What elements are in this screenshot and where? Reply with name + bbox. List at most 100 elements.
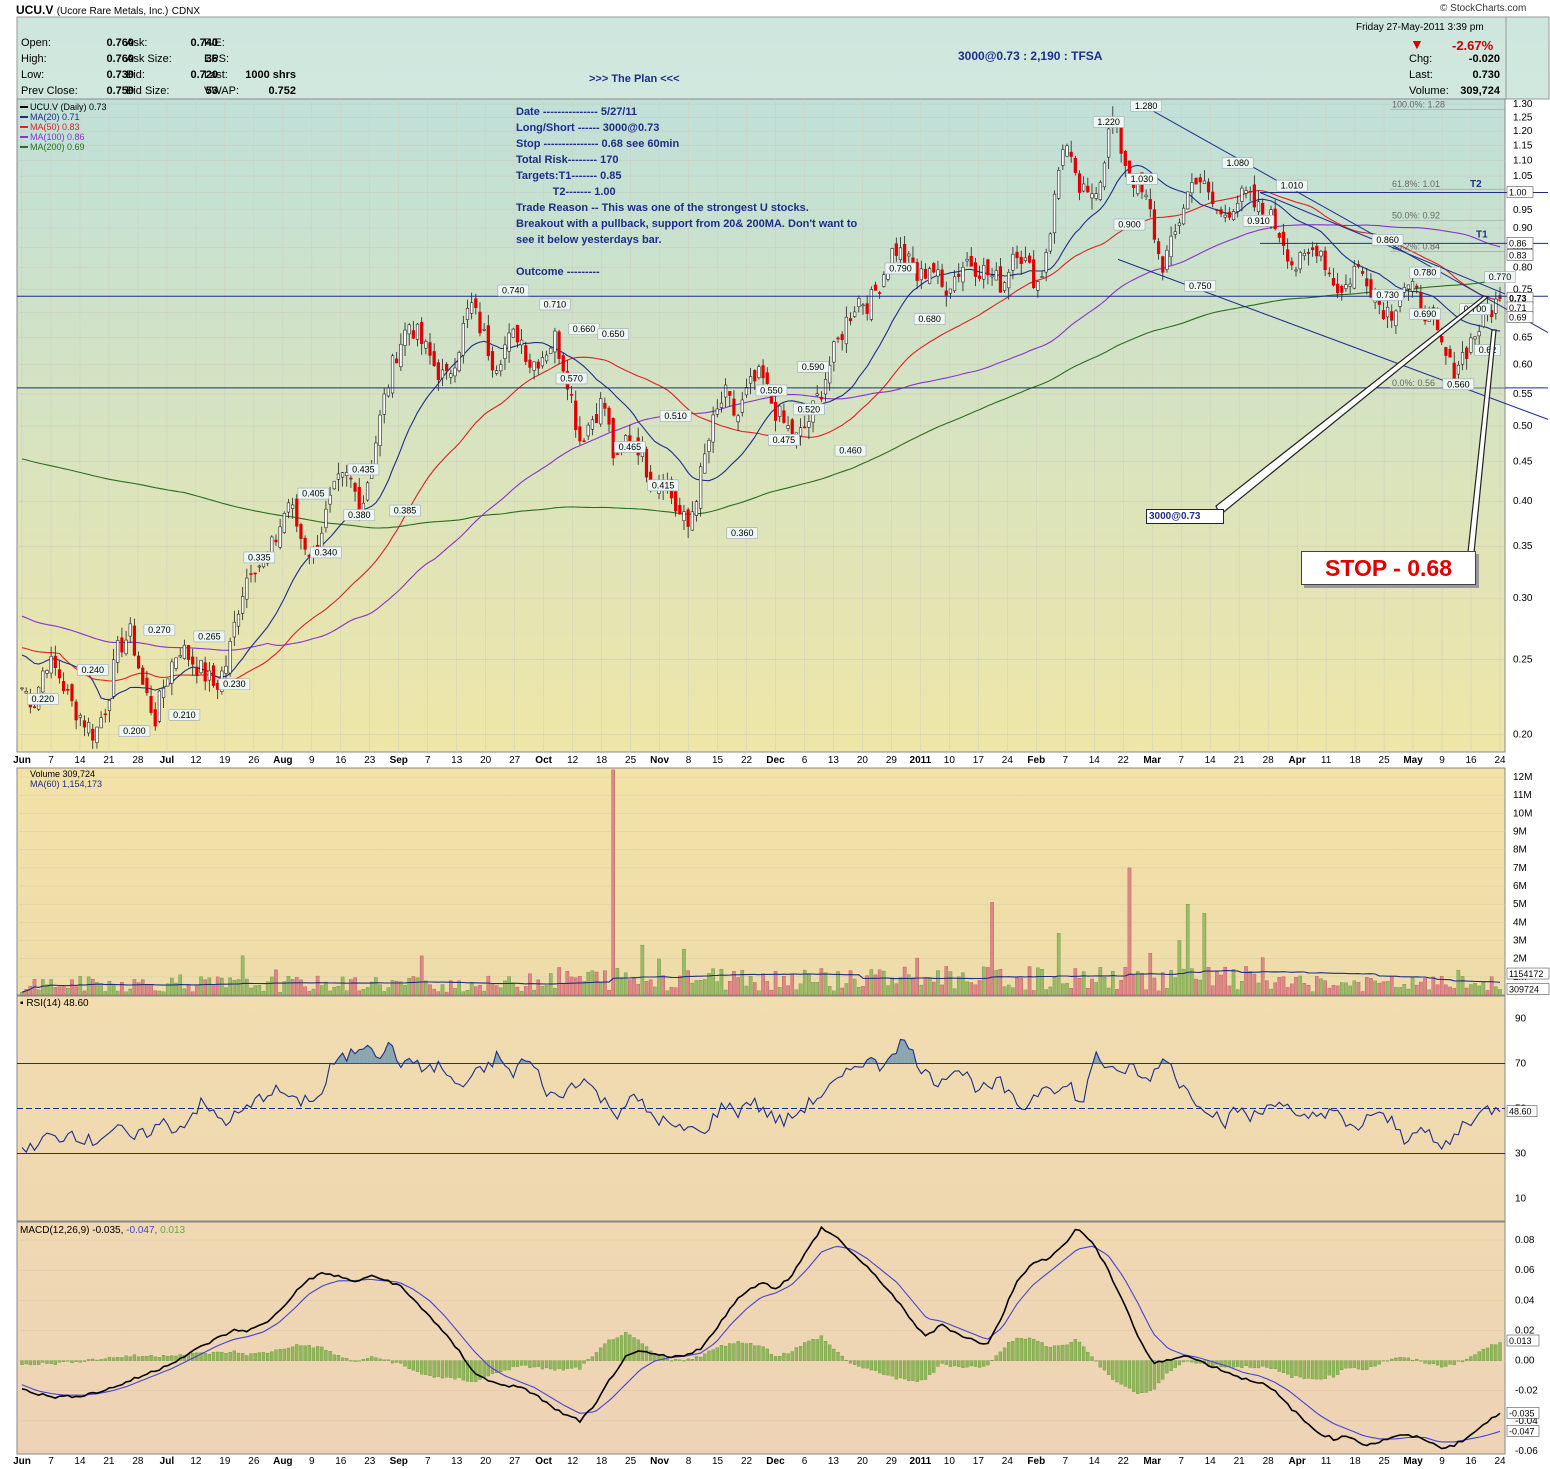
macd-histogram-bar	[128, 1356, 132, 1361]
macd-histogram-bar	[453, 1360, 457, 1380]
price-candle	[557, 331, 561, 359]
price-label: 0.560	[1447, 379, 1470, 389]
price-candle	[1452, 362, 1456, 379]
price-label: 1.220	[1097, 117, 1120, 127]
volume-bar	[598, 982, 603, 996]
price-candle	[923, 268, 928, 279]
volume-bar	[1006, 984, 1011, 996]
price-candle	[1073, 157, 1077, 173]
volume-bar	[757, 990, 761, 996]
volume-bar	[956, 976, 961, 996]
macd-histogram-bar	[1381, 1360, 1386, 1362]
volume-bar	[644, 980, 649, 996]
volume-bar	[1489, 976, 1494, 996]
price-candle	[1252, 184, 1256, 208]
macd-histogram-bar	[228, 1351, 232, 1361]
macd-histogram-bar	[1019, 1338, 1023, 1361]
volume-bar	[532, 989, 536, 996]
macd-histogram-bar	[961, 1360, 965, 1368]
volume-bar	[1335, 985, 1340, 996]
macd-histogram-bar	[1165, 1360, 1169, 1374]
macd-histogram-bar	[1119, 1360, 1123, 1385]
macd-histogram-bar	[1469, 1356, 1473, 1361]
price-candle	[1157, 241, 1161, 255]
x-tick-label: Oct	[535, 755, 552, 766]
price-candle	[232, 621, 236, 638]
price-candle	[411, 330, 415, 339]
price-candle	[465, 308, 470, 320]
price-candle	[998, 266, 1002, 293]
volume-bar	[973, 984, 978, 996]
volume-bar	[432, 988, 436, 996]
x-tick-label: 28	[132, 755, 144, 766]
price-candle	[20, 687, 24, 690]
price-candle	[303, 537, 307, 550]
volume-bar	[1306, 985, 1311, 996]
volume-bar	[628, 979, 632, 996]
volume-y-tick: 11M	[1513, 790, 1532, 801]
macd-histogram-bar	[274, 1349, 278, 1361]
bottom-x-tick-label: 16	[1465, 1456, 1477, 1467]
volume-bar	[1102, 977, 1107, 996]
bottom-x-tick-label: 14	[74, 1456, 86, 1467]
volume-bar	[1435, 984, 1440, 996]
volume-bar	[528, 973, 532, 996]
volume-bar	[182, 988, 187, 996]
macd-histogram-bar	[1098, 1360, 1102, 1368]
price-label: 0.380	[348, 510, 371, 520]
volume-bar	[723, 989, 728, 996]
price-candle	[1011, 253, 1015, 271]
volume-bar	[519, 991, 524, 996]
price-candle	[161, 687, 166, 698]
volume-bar	[1240, 980, 1244, 996]
volume-bar	[1327, 987, 1332, 996]
price-candle	[295, 498, 299, 527]
price-y-tick: 1.20	[1513, 126, 1533, 137]
macd-histogram-bar	[415, 1360, 420, 1372]
price-candle	[815, 393, 819, 396]
macd-histogram-bar	[278, 1349, 282, 1361]
volume-bar	[811, 982, 815, 996]
volume-bar	[211, 984, 216, 996]
volume-bar	[1423, 977, 1427, 996]
volume-bar	[1090, 978, 1094, 996]
volume-bar	[482, 990, 486, 996]
volume-bar	[145, 984, 149, 996]
plan-line: T2------- 1.00	[516, 186, 616, 198]
price-candle	[1315, 245, 1319, 257]
right-price-tag-label: 1.00	[1509, 188, 1527, 198]
price-candle	[674, 491, 678, 512]
volume-bar	[665, 990, 670, 996]
price-label: 0.790	[889, 263, 912, 273]
volume-bar	[686, 970, 690, 996]
price-candle	[707, 440, 711, 452]
price-candle	[1340, 285, 1344, 293]
volume-bar	[798, 983, 803, 996]
price-candle	[1202, 180, 1206, 184]
bottom-x-tick-label: 29	[886, 1456, 898, 1467]
macd-histogram-bar	[757, 1345, 761, 1361]
macd-histogram-bar	[1410, 1360, 1415, 1362]
volume-bar	[840, 987, 844, 996]
volume-bar	[1277, 977, 1282, 996]
price-label: 0.910	[1247, 216, 1270, 226]
volume-bar	[786, 985, 790, 996]
macd-histogram-bar	[70, 1360, 74, 1364]
macd-histogram-bar	[445, 1360, 449, 1378]
macd-histogram-bar	[99, 1359, 103, 1361]
volume-bar	[1015, 977, 1019, 996]
macd-histogram-bar	[407, 1360, 411, 1369]
volume-bar	[403, 985, 407, 996]
rsi-y-tick: 70	[1515, 1059, 1527, 1070]
volume-bar	[990, 902, 994, 996]
price-candle	[690, 511, 694, 531]
price-candle	[861, 304, 865, 307]
price-candle	[803, 426, 807, 429]
macd-histogram-bar	[761, 1346, 765, 1361]
price-candle	[470, 302, 474, 314]
price-candle	[574, 400, 578, 431]
price-candle	[145, 677, 149, 694]
volume-bar	[357, 990, 362, 996]
macd-histogram-bar	[823, 1341, 828, 1361]
bottom-x-tick-label: Dec	[766, 1456, 785, 1467]
